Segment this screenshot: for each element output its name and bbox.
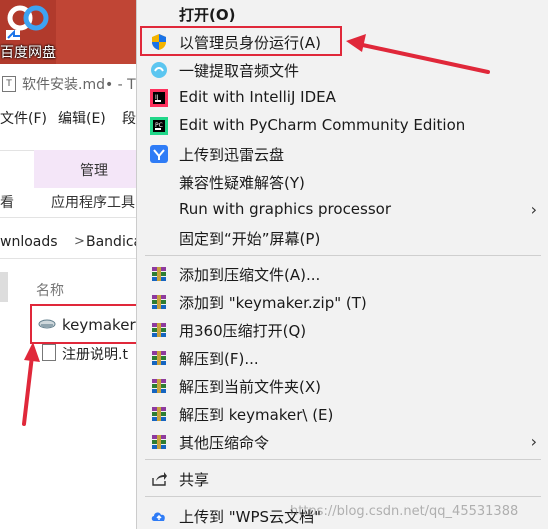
tab-manage-label[interactable]: 管理 [80, 160, 108, 180]
menu-item-troubleshoot[interactable]: 兼容性疑难解答(Y) [137, 168, 548, 196]
winrar-icon [152, 351, 166, 365]
menu-item-add-to-archive[interactable]: 添加到压缩文件(A)... [137, 260, 548, 288]
menu-item-open-with-360[interactable]: 用360压缩打开(Q) [137, 316, 548, 344]
menu-paragraph[interactable]: 段 [122, 108, 136, 128]
window-title: 软件安装.md• - T [22, 77, 136, 93]
submenu-arrow-icon: › [530, 432, 537, 451]
menu-item-open[interactable]: 打开(O) [137, 0, 548, 28]
xunlei-icon [150, 145, 168, 163]
menu-item-label: 固定到“开始”屏幕(P) [179, 230, 321, 248]
breadcrumb-bandicam[interactable]: Bandica [86, 234, 142, 250]
menu-item-label: 添加到压缩文件(A)... [179, 266, 321, 284]
menu-item-label: Edit with IntelliJ IDEA [179, 88, 336, 106]
menu-item-label: 打开(O) [179, 6, 236, 24]
menu-item-label: 添加到 "keymaker.zip" (T) [179, 294, 367, 312]
file-name[interactable]: keymaker [62, 316, 136, 334]
menu-item-label: 解压到 keymaker\ (E) [179, 406, 334, 424]
menu-item-label: 兼容性疑难解答(Y) [179, 174, 305, 192]
menu-item-edit-pycharm[interactable]: PC Edit with PyCharm Community Edition [137, 112, 548, 140]
desktop-icon-label[interactable]: 百度网盘 [0, 42, 56, 62]
menu-item-extract-here[interactable]: 解压到当前文件夹(X) [137, 372, 548, 400]
winrar-icon [152, 267, 166, 281]
menu-item-share[interactable]: 共享 [137, 465, 548, 493]
tab-app-tools[interactable]: 应用程序工具 [51, 192, 135, 212]
menu-separator [145, 496, 541, 497]
watermark-text: https://blog.csdn.net/qq_45531388 [290, 504, 519, 519]
menu-item-extract-to-folder[interactable]: 解压到 keymaker\ (E) [137, 400, 548, 428]
menu-item-add-to-zip[interactable]: 添加到 "keymaker.zip" (T) [137, 288, 548, 316]
winrar-icon [152, 435, 166, 449]
tab-view[interactable]: 看 [0, 192, 14, 212]
menu-item-xunlei-upload[interactable]: 上传到迅雷云盘 [137, 140, 548, 168]
menu-item-label: Edit with PyCharm Community Edition [179, 116, 466, 134]
breadcrumb-downloads[interactable]: wnloads [0, 234, 58, 250]
column-header-name[interactable]: 名称 [36, 280, 64, 300]
winrar-icon [152, 379, 166, 393]
executable-icon [38, 319, 56, 329]
menu-item-edit-intellij[interactable]: IJ Edit with IntelliJ IDEA [137, 84, 548, 112]
menu-item-label: 共享 [179, 471, 210, 489]
menu-file[interactable]: 文件(F) [0, 108, 47, 128]
context-menu: 打开(O) 以管理员身份运行(A) 一键提取音频文件 IJ Edit with … [136, 0, 548, 529]
menu-item-label: Run with graphics processor [179, 200, 392, 218]
menu-item-pin-to-start[interactable]: 固定到“开始”屏幕(P) [137, 224, 548, 252]
svg-text:IJ: IJ [155, 94, 159, 101]
winrar-icon [152, 407, 166, 421]
svg-text:PC: PC [155, 122, 163, 129]
menu-item-other-compress[interactable]: 其他压缩命令 › [137, 428, 548, 456]
pycharm-icon: PC [150, 117, 168, 135]
document-icon: T [2, 76, 16, 92]
menu-item-extract-audio[interactable]: 一键提取音频文件 [137, 56, 548, 84]
menu-item-run-with-gpu[interactable]: Run with graphics processor › [137, 196, 548, 224]
menu-item-label: 解压到当前文件夹(X) [179, 378, 321, 396]
menu-item-label: 解压到(F)... [179, 350, 259, 368]
menu-item-label: 上传到迅雷云盘 [179, 146, 285, 164]
menu-separator [145, 459, 541, 460]
submenu-arrow-icon: › [530, 200, 537, 219]
file-name[interactable]: 注册说明.t [62, 344, 128, 364]
intellij-icon: IJ [150, 89, 168, 107]
menu-item-label: 用360压缩打开(Q) [179, 322, 307, 340]
menu-item-label: 一键提取音频文件 [179, 62, 300, 80]
text-file-icon [42, 344, 56, 361]
menu-item-extract-to[interactable]: 解压到(F)... [137, 344, 548, 372]
share-icon [152, 472, 167, 486]
winrar-icon [152, 323, 166, 337]
breadcrumb-separator-icon: > [74, 234, 85, 249]
menu-item-label: 其他压缩命令 [179, 434, 270, 452]
winrar-icon [152, 295, 166, 309]
menu-edit[interactable]: 编辑(E) [58, 108, 106, 128]
scrollbar[interactable] [0, 272, 8, 302]
wps-cloud-icon [151, 512, 165, 521]
audio-extract-icon [151, 62, 167, 78]
baidu-netdisk-icon[interactable] [6, 0, 50, 40]
annotation-highlight-box [140, 26, 342, 56]
menu-separator [145, 255, 541, 256]
